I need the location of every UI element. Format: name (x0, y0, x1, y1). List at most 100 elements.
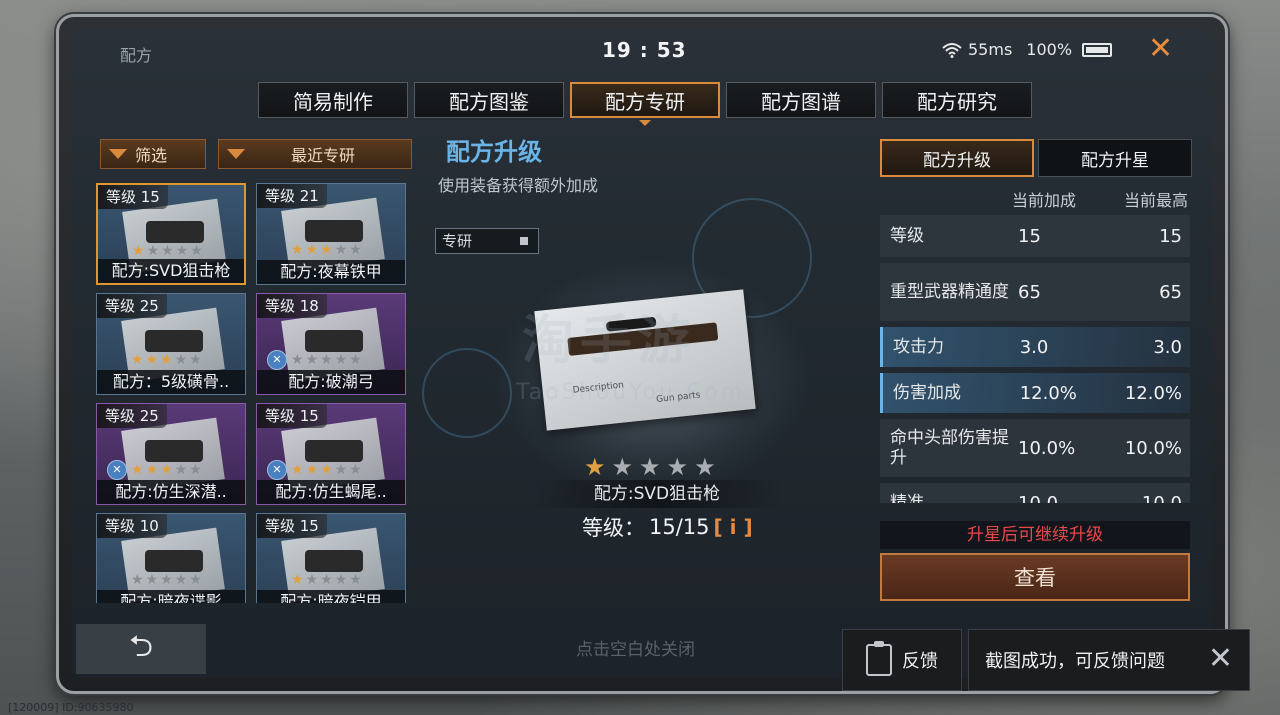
stat-name: 伤害加成 (893, 383, 961, 403)
upgrade-note: 升星后可继续升级 (880, 521, 1190, 549)
tab-recipe-catalog[interactable]: 配方图鉴 (414, 82, 564, 118)
star-icon: ★ (291, 462, 304, 478)
recipe-card[interactable]: ✕ 等级 15 ★ ★ ★ ★ ★ 配方:仿生蝎尾.. (256, 403, 406, 505)
star-icon: ★ (584, 453, 606, 481)
card-name: 配方:仿生深潜.. (97, 480, 245, 504)
watermark-url: TaoShouYou.Com (516, 380, 746, 405)
back-button[interactable]: ⮌ (76, 624, 206, 674)
star-icon: ★ (145, 462, 159, 478)
item-thumbnail (146, 221, 204, 243)
star-icon: ★ (174, 572, 188, 588)
type-badge-icon: ✕ (267, 350, 287, 370)
view-button[interactable]: 查看 (880, 553, 1190, 601)
recipe-card[interactable]: 等级 15 ★ ★ ★ ★ ★ 配方:暗夜铠甲 (256, 513, 406, 603)
recipe-card[interactable]: 等级 10 ★ ★ ★ ★ ★ 配方:暗夜谍影 (96, 513, 246, 603)
recipe-card[interactable]: 等级 25 ★ ★ ★ ★ ★ 配方：5级磺骨.. (96, 293, 246, 395)
card-name: 配方:破潮弓 (257, 370, 405, 394)
stat-name: 攻击力 (893, 337, 944, 357)
toast-text: 截图成功，可反馈问题 (985, 651, 1165, 672)
sort-button[interactable]: 最近专研 (218, 139, 412, 169)
star-icon: ★ (666, 453, 689, 481)
close-button[interactable]: ✕ (1148, 34, 1173, 64)
section-subtitle: 使用装备获得额外加成 (438, 176, 599, 195)
star-icon: ★ (305, 242, 319, 258)
chevron-down-icon (227, 149, 245, 159)
info-icon[interactable]: [ i ] (714, 515, 753, 539)
close-icon[interactable]: ✕ (1208, 644, 1233, 674)
card-name: 配方:夜幕铁甲 (257, 260, 405, 284)
feedback-button[interactable]: 反馈 (842, 629, 962, 691)
research-toggle[interactable]: 专研 (435, 228, 539, 254)
item-thumbnail (305, 550, 363, 572)
stat-max: 10.0% (1124, 437, 1182, 459)
recipe-card[interactable]: 等级 21 ★ ★ ★ ★ ★ 配方:夜幕铁甲 (256, 183, 406, 285)
card-stars: ★ ★ ★ ★ ★ (291, 572, 362, 588)
star-icon: ★ (174, 352, 188, 368)
card-stars: ★ ★ ★ ★ ★ (291, 462, 362, 478)
star-icon: ★ (349, 352, 362, 368)
card-name: 配方：5级磺骨.. (97, 370, 245, 394)
recipe-stars: ★ ★ ★ ★ ★ (584, 453, 716, 481)
star-icon: ★ (160, 352, 173, 368)
star-icon: ★ (175, 243, 189, 259)
recipe-card[interactable]: 等级 15 ★ ★ ★ ★ ★ 配方:SVD狙击枪 (96, 183, 246, 285)
recipe-name: 配方:SVD狙击枪 (532, 480, 782, 508)
star-icon: ★ (291, 242, 304, 258)
stat-max: 3.0 (1153, 336, 1182, 358)
stat-name: 精准 (890, 493, 924, 503)
card-name: 配方:暗夜谍影 (97, 590, 245, 603)
star-icon: ★ (131, 352, 144, 368)
star-icon: ★ (349, 572, 362, 588)
star-icon: ★ (145, 352, 159, 368)
star-icon: ★ (694, 453, 716, 481)
recipe-card[interactable]: ✕ 等级 25 ★ ★ ★ ★ ★ 配方:仿生深潜.. (96, 403, 246, 505)
stat-row: 伤害加成 12.0% 12.0% (880, 373, 1190, 413)
close-hint[interactable]: 点击空白处关闭 (576, 635, 695, 660)
col-max-header: 当前最高 (1124, 191, 1189, 210)
tab-upgrade[interactable]: 配方升级 (880, 139, 1034, 177)
star-icon: ★ (334, 352, 348, 368)
level-value: 15/15 (649, 515, 710, 539)
tab-star-up[interactable]: 配方升星 (1038, 139, 1192, 177)
filter-button[interactable]: 筛选 (100, 139, 206, 169)
stat-max: 15 (1159, 225, 1182, 247)
star-icon: ★ (291, 572, 304, 588)
star-icon: ★ (189, 352, 202, 368)
card-name: 配方:暗夜铠甲 (257, 590, 405, 603)
tab-recipe-research[interactable]: 配方专研 (570, 82, 720, 118)
star-icon: ★ (334, 462, 348, 478)
stat-row: 精准 10.0 10.0 (880, 483, 1190, 503)
stat-current: 10.0% (1018, 437, 1076, 459)
star-icon: ★ (131, 572, 144, 588)
tab-recipe-study[interactable]: 配方研究 (882, 82, 1032, 118)
star-icon: ★ (189, 462, 202, 478)
tab-recipe-atlas[interactable]: 配方图谱 (726, 82, 876, 118)
star-icon: ★ (291, 352, 304, 368)
tab-simple-craft[interactable]: 简易制作 (258, 82, 408, 118)
star-icon: ★ (349, 462, 362, 478)
sort-label: 最近专研 (291, 146, 356, 165)
battery-icon (1082, 42, 1113, 57)
toggle-label: 专研 (442, 232, 473, 250)
feedback-label: 反馈 (902, 651, 938, 672)
card-level: 等级 15 (98, 185, 168, 209)
stat-name: 等级 (890, 226, 924, 246)
card-stars: ★ ★ ★ ★ ★ (131, 462, 202, 478)
clock: 19 : 53 (602, 38, 687, 62)
recipe-card[interactable]: ✕ 等级 18 ★ ★ ★ ★ ★ 配方:破潮弓 (256, 293, 406, 395)
card-level: 等级 25 (97, 404, 167, 428)
stat-row: 攻击力 3.0 3.0 (880, 327, 1190, 367)
stat-name: 重型武器精通度 (890, 282, 1009, 302)
level-label: 等级： (582, 516, 645, 540)
type-badge-icon: ✕ (107, 460, 127, 480)
stats-table: 等级 15 15 重型武器精通度 65 65 攻击力 3.0 3.0 伤害加成 12.0% 12.0%… (880, 215, 1190, 503)
star-icon: ★ (132, 243, 145, 259)
stat-row: 等级 15 15 (880, 215, 1190, 257)
card-stars: ★ ★ ★ ★ ★ (291, 352, 362, 368)
card-name: 配方:SVD狙击枪 (98, 259, 244, 283)
watermark: 淘手游 (522, 311, 697, 371)
stat-current: 12.0% (1019, 382, 1077, 404)
active-tab-indicator (639, 120, 651, 126)
stat-current: 65 (1018, 281, 1041, 303)
type-badge-icon: ✕ (267, 460, 287, 480)
